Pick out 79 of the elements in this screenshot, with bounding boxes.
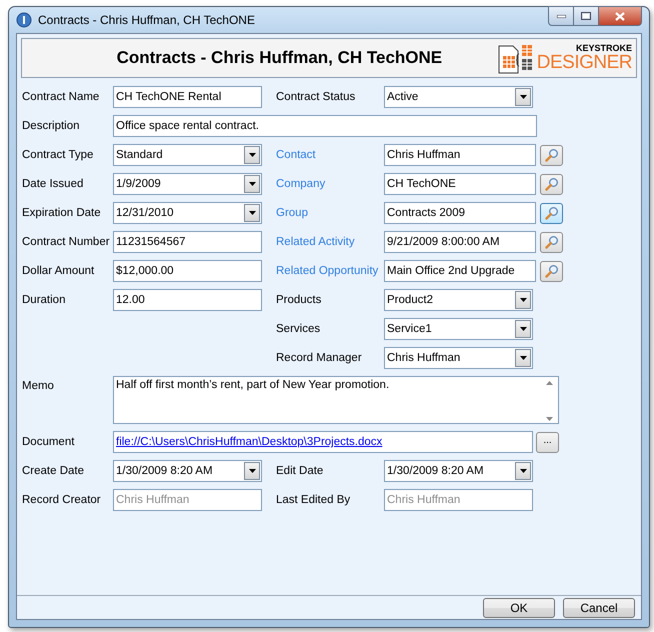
maximize-button[interactable] (574, 6, 599, 26)
minimize-button[interactable] (548, 6, 574, 26)
dropdown-field[interactable]: Active (384, 86, 533, 108)
text-field[interactable]: $12,000.00 (113, 260, 262, 282)
text-field[interactable]: 11231564567 (113, 231, 262, 253)
lookup-field[interactable]: 9/21/2009 8:00:00 AM (384, 231, 536, 253)
caret-icon (248, 211, 256, 215)
lookup-field[interactable]: Main Office 2nd Upgrade (384, 260, 536, 282)
field-label: Create Date (22, 465, 86, 477)
browse-button[interactable]: ... (536, 432, 559, 452)
field-label: Services (276, 323, 322, 335)
dropdown-field[interactable]: Chris Huffman (384, 347, 533, 369)
caret-icon (248, 469, 256, 473)
lookup-field[interactable]: Contracts 2009 (384, 202, 536, 224)
close-icon (615, 12, 625, 20)
logo-text: DESIGNER (536, 53, 632, 72)
dropdown-field[interactable]: 1/30/2009 8:20 AM (384, 460, 533, 482)
caret-icon (520, 356, 526, 360)
search-icon (544, 148, 558, 162)
dialog-button[interactable]: OK (483, 598, 555, 618)
field-label: Contract Number (22, 236, 111, 248)
field-label: Description (22, 120, 81, 132)
caret-icon (520, 327, 526, 331)
field-label[interactable]: Contact (276, 149, 384, 161)
caret-icon (520, 469, 526, 473)
caret-icon (248, 182, 256, 186)
maximize-icon (581, 12, 591, 20)
lookup-button[interactable] (540, 144, 563, 166)
dropdown-field[interactable]: 1/9/2009 (113, 173, 262, 195)
field-label: Dollar Amount (22, 265, 96, 277)
field-label: Document (22, 436, 76, 448)
logo-icon (496, 42, 535, 74)
field-label: Duration (22, 294, 66, 306)
app-icon (16, 12, 32, 28)
search-icon (544, 206, 558, 220)
field-label: Expiration Date (22, 207, 102, 219)
form-title: Contracts - Chris Huffman, CH TechONE (116, 48, 444, 68)
scroll-down-icon[interactable] (546, 417, 552, 421)
memo-field[interactable]: Half off first month’s rent, part of New Year promotion. (113, 376, 559, 424)
scroll-up-icon[interactable] (546, 381, 552, 385)
dropdown-field[interactable]: 12/31/2010 (113, 202, 262, 224)
lookup-field[interactable]: Chris Huffman (384, 144, 536, 166)
dropdown-field[interactable]: 1/30/2009 8:20 AM (113, 460, 262, 482)
caret-icon (520, 298, 526, 302)
field-label: Edit Date (276, 465, 324, 477)
window-title: Contracts - Chris Huffman, CH TechONE (38, 13, 256, 27)
dropdown-field[interactable]: Service1 (384, 318, 533, 340)
text-field[interactable]: CH TechONE Rental (113, 86, 262, 108)
caret-icon (520, 95, 526, 99)
field-label[interactable]: Related Opportunity (276, 265, 384, 277)
field-label: Products (276, 294, 322, 306)
search-icon (544, 235, 558, 249)
field-label: Contract Name (22, 91, 100, 103)
dropdown-field[interactable]: Standard (113, 144, 262, 166)
field-label: Contract Status (276, 91, 356, 103)
field-label[interactable]: Group (276, 207, 384, 219)
field-label: Memo (22, 379, 55, 392)
lookup-button[interactable] (540, 202, 563, 224)
field-label: Last Edited By (276, 494, 352, 506)
caret-icon (248, 153, 256, 157)
search-icon (544, 264, 558, 278)
lookup-button[interactable] (540, 174, 563, 194)
field-label: Record Creator (22, 494, 102, 506)
minimize-icon (556, 14, 566, 18)
field-label: Record Manager (276, 352, 363, 364)
dropdown-field[interactable]: Product2 (384, 289, 533, 311)
close-button[interactable] (599, 6, 642, 26)
search-icon (544, 177, 558, 191)
lookup-button[interactable] (540, 232, 563, 252)
lookup-field[interactable]: CH TechONE (384, 173, 536, 195)
text-field[interactable]: 12.00 (113, 289, 262, 311)
field-label: Date Issued (22, 178, 84, 190)
dialog-button[interactable]: Cancel (563, 598, 635, 618)
lookup-button[interactable] (540, 260, 563, 282)
field-label: Contract Type (22, 149, 94, 161)
logo-text: KEYSTROKE (576, 44, 632, 53)
field-label[interactable]: Company (276, 178, 384, 190)
text-field[interactable]: Office space rental contract. (113, 115, 537, 137)
field-label[interactable]: Related Activity (276, 236, 384, 248)
